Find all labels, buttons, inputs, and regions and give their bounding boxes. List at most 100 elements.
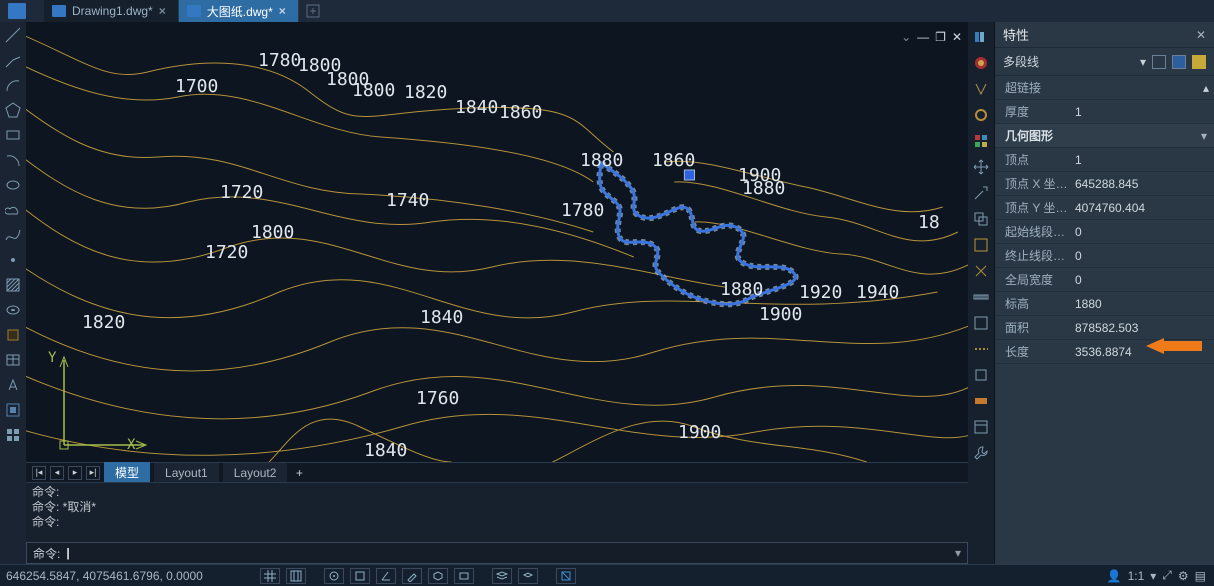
- prop-label: 厚度: [995, 103, 1075, 120]
- object-type-selector[interactable]: 多段线 ▾: [995, 48, 1214, 76]
- sb-wireframe-icon[interactable]: [556, 568, 576, 584]
- prop-value[interactable]: 645288.845: [1075, 177, 1214, 191]
- sb-layers-icon[interactable]: [492, 568, 512, 584]
- empty-rect-icon[interactable]: [972, 366, 990, 384]
- chevron-down-icon[interactable]: ▾: [1150, 569, 1156, 583]
- section-header[interactable]: 几何图形▾: [995, 124, 1214, 148]
- grid-icon[interactable]: [4, 426, 22, 444]
- rect-icon[interactable]: [4, 126, 22, 144]
- ray-icon[interactable]: [4, 51, 22, 69]
- chevron-down-icon[interactable]: ▾: [1140, 55, 1146, 69]
- sb-pencil-icon[interactable]: [402, 568, 422, 584]
- quick-select-icon[interactable]: [1172, 55, 1186, 69]
- prop-row: 超链接▴: [995, 76, 1214, 100]
- close-icon[interactable]: ✕: [1196, 28, 1206, 42]
- box-icon[interactable]: [972, 418, 990, 436]
- move-icon[interactable]: [972, 158, 990, 176]
- command-input[interactable]: [76, 546, 949, 560]
- sb-square-icon[interactable]: [350, 568, 370, 584]
- sb-grid-ref-icon[interactable]: [286, 568, 306, 584]
- wrench-icon[interactable]: [972, 444, 990, 462]
- trim-icon[interactable]: [972, 236, 990, 254]
- right-inner-toolbar: [968, 22, 994, 564]
- sb-target-icon[interactable]: [324, 568, 344, 584]
- nav-next-icon[interactable]: ▸: [68, 466, 82, 480]
- prop-row: 顶点 Y 坐…4074760.404: [995, 196, 1214, 220]
- extend-icon[interactable]: [972, 184, 990, 202]
- tray-icon[interactable]: ▤: [1195, 569, 1206, 583]
- colors-icon[interactable]: [972, 132, 990, 150]
- mirror-icon[interactable]: [972, 80, 990, 98]
- left-toolbar: [0, 22, 26, 564]
- command-prompt: 命令:: [33, 545, 60, 562]
- dash-icon[interactable]: [972, 340, 990, 358]
- add-layout-button[interactable]: +: [291, 466, 307, 480]
- tab-drawing1[interactable]: Drawing1.dwg* ×: [44, 0, 179, 22]
- sb-layers-small-icon[interactable]: [518, 568, 538, 584]
- prop-value[interactable]: 0: [1075, 273, 1214, 287]
- scroll-up-icon[interactable]: ▴: [1198, 81, 1214, 95]
- new-tab-button[interactable]: [303, 1, 323, 21]
- layout-tab-bar: |◂ ◂ ▸ ▸| 模型 Layout1 Layout2 +: [26, 462, 968, 482]
- prop-label: 面积: [995, 319, 1075, 336]
- prop-value[interactable]: 4074760.404: [1075, 201, 1214, 215]
- prop-value[interactable]: 878582.503: [1075, 321, 1214, 335]
- prop-value[interactable]: 0: [1075, 249, 1214, 263]
- pin-icon[interactable]: [1192, 55, 1206, 69]
- select-all-icon[interactable]: [1152, 55, 1166, 69]
- command-chevron-down-icon[interactable]: ▾: [955, 546, 961, 560]
- layout-tab-model[interactable]: 模型: [104, 461, 150, 484]
- palette-icon[interactable]: [972, 28, 990, 46]
- prune-icon[interactable]: [972, 262, 990, 280]
- table-icon[interactable]: [4, 351, 22, 369]
- line-icon[interactable]: [4, 26, 22, 44]
- prop-value[interactable]: 1: [1075, 105, 1214, 119]
- panel-title: 特性: [1003, 25, 1196, 44]
- prop-label: 全局宽度: [995, 271, 1075, 288]
- sb-angle-icon[interactable]: [376, 568, 396, 584]
- person-icon[interactable]: 👤: [1107, 569, 1122, 583]
- nav-last-icon[interactable]: ▸|: [86, 466, 100, 480]
- drawing-canvas[interactable]: ⌄ — ❐ ✕: [26, 22, 968, 462]
- scale-label[interactable]: 1:1: [1128, 569, 1145, 583]
- spline-icon[interactable]: [4, 226, 22, 244]
- orange-icon[interactable]: [972, 392, 990, 410]
- layout-tab-2[interactable]: Layout2: [223, 463, 288, 483]
- prop-value[interactable]: 1880: [1075, 297, 1214, 311]
- sb-box3d-icon[interactable]: [428, 568, 448, 584]
- nav-first-icon[interactable]: |◂: [32, 466, 46, 480]
- object-type-label: 多段线: [1003, 53, 1134, 70]
- gear-icon[interactable]: ⚙: [1178, 569, 1189, 583]
- prop-value[interactable]: 0: [1075, 225, 1214, 239]
- dim-icon[interactable]: [4, 401, 22, 419]
- hatch-icon[interactable]: [4, 276, 22, 294]
- layout-tab-1[interactable]: Layout1: [154, 463, 219, 483]
- cloud-icon[interactable]: [4, 201, 22, 219]
- point-icon[interactable]: [4, 251, 22, 269]
- sb-grid-icon[interactable]: [260, 568, 280, 584]
- ruler-icon[interactable]: [972, 288, 990, 306]
- ellipse-icon[interactable]: [4, 176, 22, 194]
- collapse-icon[interactable]: ▾: [1194, 129, 1214, 143]
- prop-row: 终止线段…0: [995, 244, 1214, 268]
- rev-arc-icon[interactable]: [4, 151, 22, 169]
- tab-big-drawing[interactable]: 大图纸.dwg* ×: [179, 0, 299, 22]
- text-icon[interactable]: [4, 376, 22, 394]
- fill-icon[interactable]: [4, 301, 22, 319]
- close-icon[interactable]: ×: [159, 4, 166, 18]
- nav-prev-icon[interactable]: ◂: [50, 466, 64, 480]
- close-icon[interactable]: ×: [279, 4, 286, 18]
- region-icon[interactable]: [4, 326, 22, 344]
- sb-box-outline-icon[interactable]: [454, 568, 474, 584]
- prop-label: 顶点: [995, 151, 1075, 168]
- rect-sel-icon[interactable]: [972, 314, 990, 332]
- fit-icon[interactable]: ⤢: [1162, 568, 1172, 583]
- polygon-icon[interactable]: [4, 101, 22, 119]
- arc-icon[interactable]: [4, 76, 22, 94]
- prop-row: 顶点1: [995, 148, 1214, 172]
- gold-icon[interactable]: [972, 106, 990, 124]
- color-wheel-icon[interactable]: [972, 54, 990, 72]
- prop-value[interactable]: 1: [1075, 153, 1214, 167]
- copy-icon[interactable]: [972, 210, 990, 228]
- selected-polyline: [26, 22, 968, 462]
